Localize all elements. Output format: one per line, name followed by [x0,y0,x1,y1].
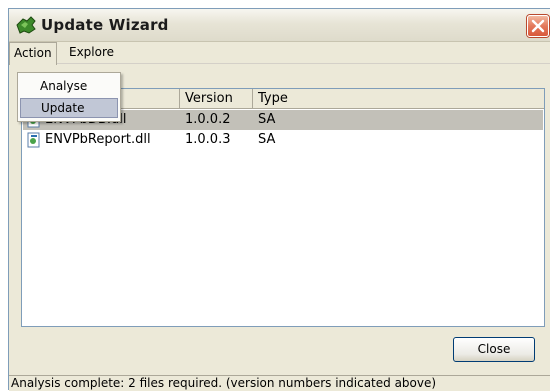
close-icon [531,19,545,33]
dll-file-icon [26,132,42,148]
file-list[interactable]: Name Version Type ENVPbDB.dll 1.0.0.2 SA [21,88,545,327]
menu-item-analyse[interactable]: Analyse [20,76,118,96]
table-row[interactable]: ENVPbReport.dll 1.0.0.3 SA [23,130,543,150]
menu-bar: Action Explore [9,42,550,65]
title-bar[interactable]: Update Wizard [9,9,550,42]
column-header-version[interactable]: Version [180,89,253,109]
column-header-type[interactable]: Type [253,89,544,109]
window-close-button[interactable] [527,15,549,37]
update-wizard-window: Update Wizard Action Explore Name Versio… [8,8,550,391]
row-type: SA [258,132,276,147]
menu-explore[interactable]: Explore [65,42,118,64]
row-version: 1.0.0.3 [185,132,231,147]
row-name: ENVPbReport.dll [45,132,151,147]
action-dropdown-menu: Analyse Update [17,72,121,122]
window-title: Update Wizard [41,16,169,34]
menu-item-update[interactable]: Update [20,98,118,118]
menu-action[interactable]: Action [9,42,57,65]
status-bar: Analysis complete: 2 files required. (ve… [9,375,550,391]
close-button[interactable]: Close [453,337,535,362]
app-puzzle-icon [15,15,37,35]
row-version: 1.0.0.2 [185,112,231,127]
row-type: SA [258,112,276,127]
